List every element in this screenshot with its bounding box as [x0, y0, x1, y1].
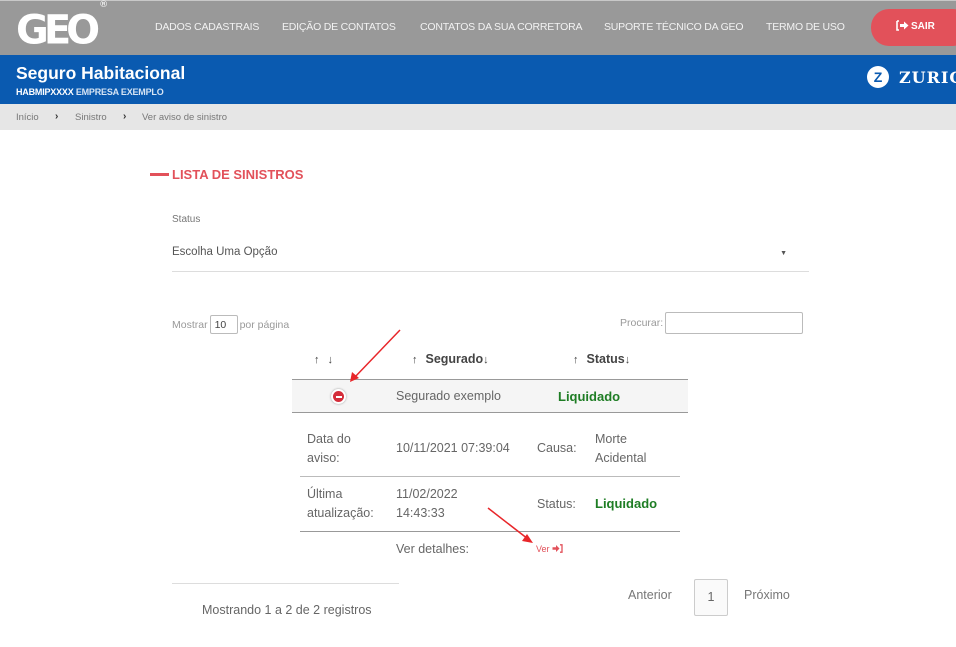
zurich-emblem-icon: Z: [867, 66, 889, 88]
page-title: Seguro Habitacional: [16, 63, 186, 83]
collapse-row-button[interactable]: [331, 389, 346, 404]
detail-ultima-atualizacao-label: Última atualização:: [307, 487, 374, 520]
breadcrumb-current: Ver aviso de sinistro: [142, 112, 228, 123]
nav-termo-de-uso[interactable]: TERMO DE USO: [766, 21, 845, 33]
detail-causa-label: Causa:: [537, 441, 577, 455]
nav-suporte-tecnico[interactable]: SUPORTE TÉCNICO DA GEO: [604, 21, 744, 33]
detail-ultima-atualizacao-value: 11/02/2022 14:43:33: [396, 487, 458, 520]
status-filter-label: Status: [172, 214, 201, 225]
title-dash-decoration: [150, 173, 169, 176]
detail-status-value: Liquidado: [595, 496, 658, 511]
sort-desc-icon[interactable]: ↓: [328, 354, 334, 366]
policy-code: HABMIPXXXX: [16, 87, 74, 97]
cell-status: Liquidado: [558, 389, 621, 404]
sort-asc-icon: ↑: [412, 354, 418, 366]
search-control: Procurar:: [620, 312, 804, 334]
chevron-right-icon: ›: [123, 111, 127, 122]
detail-data-aviso-label: Data do aviso:: [307, 432, 351, 465]
zurich-logo: Z ZURICH: [867, 66, 956, 88]
detail-divider: [300, 476, 680, 477]
sign-out-icon: [896, 20, 909, 31]
column-header-expand[interactable]: ↑ ↓: [314, 352, 341, 366]
sign-in-icon: [552, 544, 563, 553]
company-name: EMPRESA EXEMPLO: [75, 87, 164, 97]
pagination-page-1[interactable]: 1: [694, 579, 728, 616]
geo-logo[interactable]: GEO®: [16, 0, 108, 52]
sort-asc-icon: ↑: [573, 354, 579, 366]
breadcrumb-inicio[interactable]: Início: [16, 112, 39, 123]
header-label: Status: [586, 352, 625, 366]
nav-contatos-da-sua-corretora[interactable]: CONTATOS DA SUA CORRETORA: [420, 21, 582, 33]
minus-circle-icon: [333, 391, 344, 402]
nav-dados-cadastrais[interactable]: DADOS CADASTRAIS: [155, 21, 259, 33]
annotation-arrow-icon: [350, 329, 401, 382]
row-divider: [292, 412, 688, 413]
detail-ver-detalhes-label: Ver detalhes:: [396, 542, 469, 556]
section-title: LISTA DE SINISTROS: [150, 167, 303, 182]
sort-desc-icon: ↓: [483, 354, 489, 366]
sort-asc-icon[interactable]: ↑: [314, 354, 320, 366]
status-filter-value: Escolha Uma Opção: [172, 246, 278, 258]
detail-divider: [300, 531, 680, 532]
page-length-input[interactable]: [209, 315, 238, 334]
breadcrumb-sinistro[interactable]: Sinistro: [75, 112, 107, 123]
show-prefix: Mostrar: [172, 318, 208, 331]
show-suffix: por página: [239, 318, 290, 331]
column-header-status[interactable]: ↑ Status↓: [573, 352, 630, 366]
pagination-next[interactable]: Próximo: [744, 588, 790, 602]
detail-causa-value: Morte Acidental: [595, 432, 647, 465]
sort-desc-icon: ↓: [624, 354, 631, 366]
search-label: Procurar:: [620, 317, 664, 329]
pagination-previous[interactable]: Anterior: [628, 588, 672, 602]
page-length-control: Mostrar por página: [172, 315, 289, 334]
logout-label: SAIR: [911, 21, 935, 32]
product-header: Seguro Habitacional HABMIPXXXX EMPRESA E…: [0, 55, 956, 104]
zurich-wordmark: ZURICH: [899, 67, 956, 87]
caret-down-icon: ▼: [780, 250, 787, 257]
nav-edicao-de-contatos[interactable]: EDIÇÃO DE CONTATOS: [282, 21, 396, 33]
detail-status-label: Status:: [537, 497, 576, 511]
section-title-text: LISTA DE SINISTROS: [172, 167, 304, 182]
logout-button[interactable]: SAIR: [871, 9, 956, 46]
records-summary: Mostrando 1 a 2 de 2 registros: [202, 603, 372, 617]
footer-divider: [172, 583, 399, 584]
policy-subtitle: HABMIPXXXX EMPRESA EXEMPLO: [16, 87, 164, 97]
cell-segurado: Segurado exemplo: [396, 389, 501, 403]
ver-detalhes-link[interactable]: Ver: [536, 544, 563, 554]
status-filter-select[interactable]: Escolha Uma Opção ▼: [172, 240, 809, 272]
annotation-arrow-icon: [487, 507, 533, 543]
chevron-right-icon: ›: [55, 111, 59, 122]
breadcrumb: Início › Sinistro › Ver aviso de sinistr…: [0, 104, 956, 130]
header-label: Segurado: [425, 352, 484, 366]
search-input[interactable]: [665, 312, 804, 334]
top-navigation-bar: GEO® DADOS CADASTRAIS EDIÇÃO DE CONTATOS…: [0, 0, 956, 55]
detail-data-aviso-value: 10/11/2021 07:39:04: [396, 441, 510, 455]
column-header-segurado[interactable]: ↑ Segurado↓: [412, 352, 489, 366]
